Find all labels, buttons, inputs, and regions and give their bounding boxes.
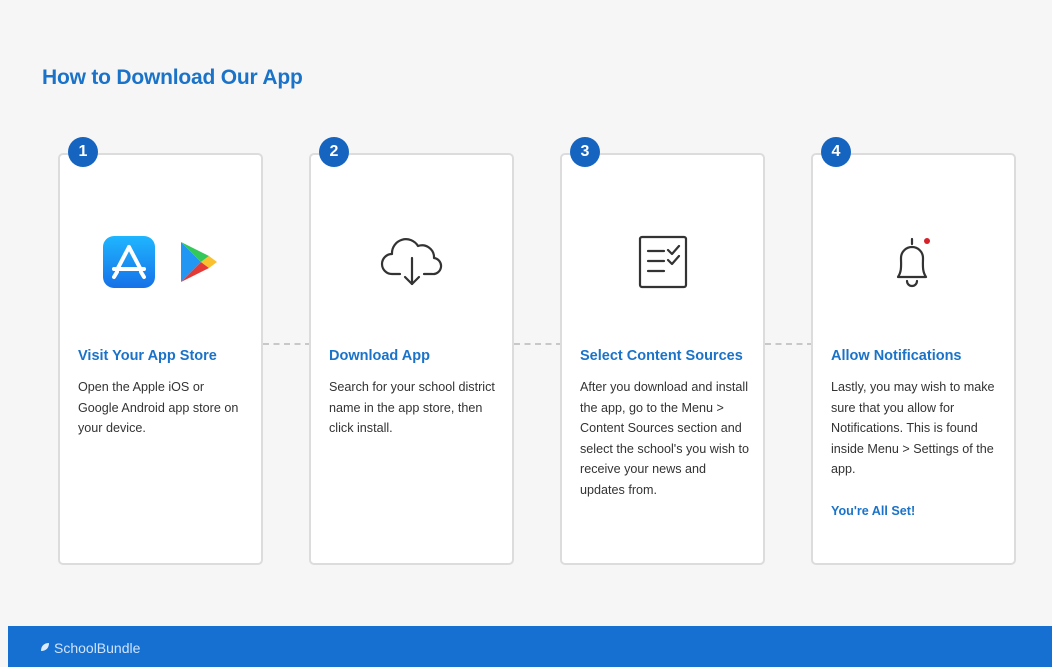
step-icons-1 — [60, 235, 261, 293]
step-description-1: Open the Apple iOS or Google Android app… — [78, 380, 239, 435]
step-icons-3 — [562, 235, 763, 293]
step-description-4: Lastly, you may wish to make sure that y… — [831, 380, 995, 476]
step-card-3: Select Content Sources After you downloa… — [560, 153, 765, 565]
bell-icon — [890, 235, 938, 294]
step-connector — [765, 343, 813, 345]
step-connector — [514, 343, 562, 345]
footer-bar — [8, 626, 1052, 667]
cloud-download-icon — [378, 236, 446, 293]
step-description-3: After you download and install the app, … — [580, 380, 750, 497]
step-icons-2 — [311, 235, 512, 293]
step-title-4: Allow Notifications — [831, 348, 962, 364]
step-title-2: Download App — [329, 348, 430, 364]
step-card-2: Download App Search for your school dist… — [309, 153, 514, 565]
step-card-4: Allow Notifications Lastly, you may wish… — [811, 153, 1016, 565]
page-title: How to Download Our App — [42, 66, 303, 89]
step-number-badge-4: 4 — [821, 137, 851, 167]
step-number-badge-1: 1 — [68, 137, 98, 167]
step-description-2: Search for your school district name in … — [329, 380, 495, 435]
step-card-1: Visit Your App Store Open the Apple iOS … — [58, 153, 263, 565]
brand-name: SchoolBundle — [54, 640, 141, 656]
google-play-icon[interactable] — [179, 240, 219, 289]
app-store-icon[interactable] — [102, 235, 155, 293]
step-number-badge-2: 2 — [319, 137, 349, 167]
step-number-badge-3: 3 — [570, 137, 600, 167]
footer-brand[interactable]: SchoolBundle — [40, 640, 140, 656]
checklist-icon — [638, 235, 688, 294]
step-icons-4 — [813, 235, 1014, 293]
all-set-message: You're All Set! — [831, 504, 916, 518]
step-connector — [263, 343, 311, 345]
step-title-1: Visit Your App Store — [78, 348, 217, 364]
step-title-3: Select Content Sources — [580, 348, 743, 364]
brand-logo-icon — [40, 640, 51, 656]
